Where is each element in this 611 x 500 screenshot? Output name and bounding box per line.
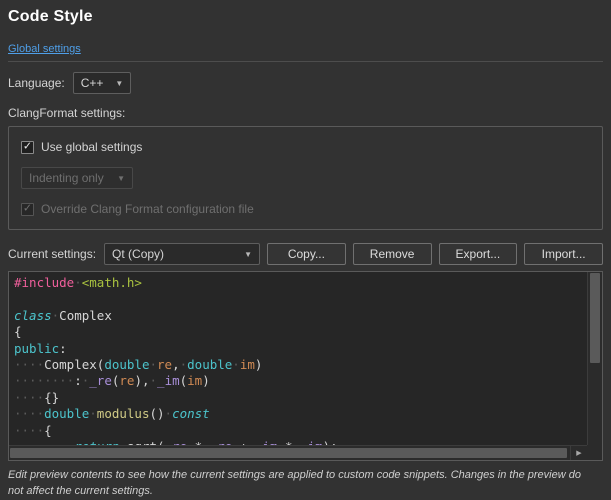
formatting-mode-select: Indenting only ▼ bbox=[21, 167, 133, 189]
override-config-label: Override Clang Format configuration file bbox=[41, 202, 254, 216]
current-settings-select[interactable]: Qt (Copy) ▼ bbox=[104, 243, 260, 265]
override-config-row: ✓ Override Clang Format configuration fi… bbox=[21, 202, 590, 216]
copy-button[interactable]: Copy... bbox=[267, 243, 346, 265]
language-label: Language: bbox=[8, 76, 65, 90]
divider bbox=[8, 61, 603, 62]
clangformat-groupbox: ✓ Use global settings Indenting only ▼ ✓… bbox=[8, 126, 603, 230]
horizontal-scrollbar-thumb[interactable] bbox=[10, 448, 567, 458]
export-button[interactable]: Export... bbox=[439, 243, 518, 265]
vertical-scrollbar-thumb[interactable] bbox=[590, 273, 600, 363]
override-config-checkbox: ✓ bbox=[21, 203, 34, 216]
horizontal-scrollbar[interactable]: ▶ bbox=[9, 445, 587, 460]
language-row: Language: C++ ▼ bbox=[8, 72, 603, 94]
global-settings-link[interactable]: Global settings bbox=[8, 43, 81, 55]
remove-button[interactable]: Remove bbox=[353, 243, 432, 265]
checkmark-icon: ✓ bbox=[23, 203, 32, 214]
current-settings-label: Current settings: bbox=[8, 247, 96, 261]
formatting-mode-value: Indenting only bbox=[29, 171, 104, 185]
language-select[interactable]: C++ ▼ bbox=[73, 72, 132, 94]
language-select-value: C++ bbox=[81, 76, 104, 90]
use-global-settings-label: Use global settings bbox=[41, 140, 142, 154]
scrollbar-corner bbox=[587, 445, 602, 460]
current-settings-value: Qt (Copy) bbox=[112, 247, 164, 261]
checkmark-icon: ✓ bbox=[23, 141, 32, 152]
footer-note: Edit preview contents to see how the cur… bbox=[8, 468, 603, 500]
use-global-settings-checkbox[interactable]: ✓ bbox=[21, 141, 34, 154]
chevron-down-icon: ▼ bbox=[115, 79, 123, 88]
current-settings-row: Current settings: Qt (Copy) ▼ Copy... Re… bbox=[8, 243, 603, 265]
chevron-down-icon: ▼ bbox=[117, 174, 125, 183]
clangformat-settings-label: ClangFormat settings: bbox=[8, 106, 603, 120]
chevron-down-icon: ▼ bbox=[244, 250, 252, 259]
page-title: Code Style bbox=[8, 8, 603, 26]
code-preview-editor[interactable]: #include·<math.h> class·Complex{public:·… bbox=[8, 271, 603, 461]
code-area[interactable]: #include·<math.h> class·Complex{public:·… bbox=[9, 272, 587, 445]
code-style-settings-page: Code Style Global settings Language: C++… bbox=[0, 0, 611, 500]
use-global-settings-row[interactable]: ✓ Use global settings bbox=[21, 140, 590, 154]
vertical-scrollbar[interactable] bbox=[587, 272, 602, 445]
import-button[interactable]: Import... bbox=[524, 243, 603, 265]
scroll-right-arrow-icon[interactable]: ▶ bbox=[570, 446, 587, 460]
